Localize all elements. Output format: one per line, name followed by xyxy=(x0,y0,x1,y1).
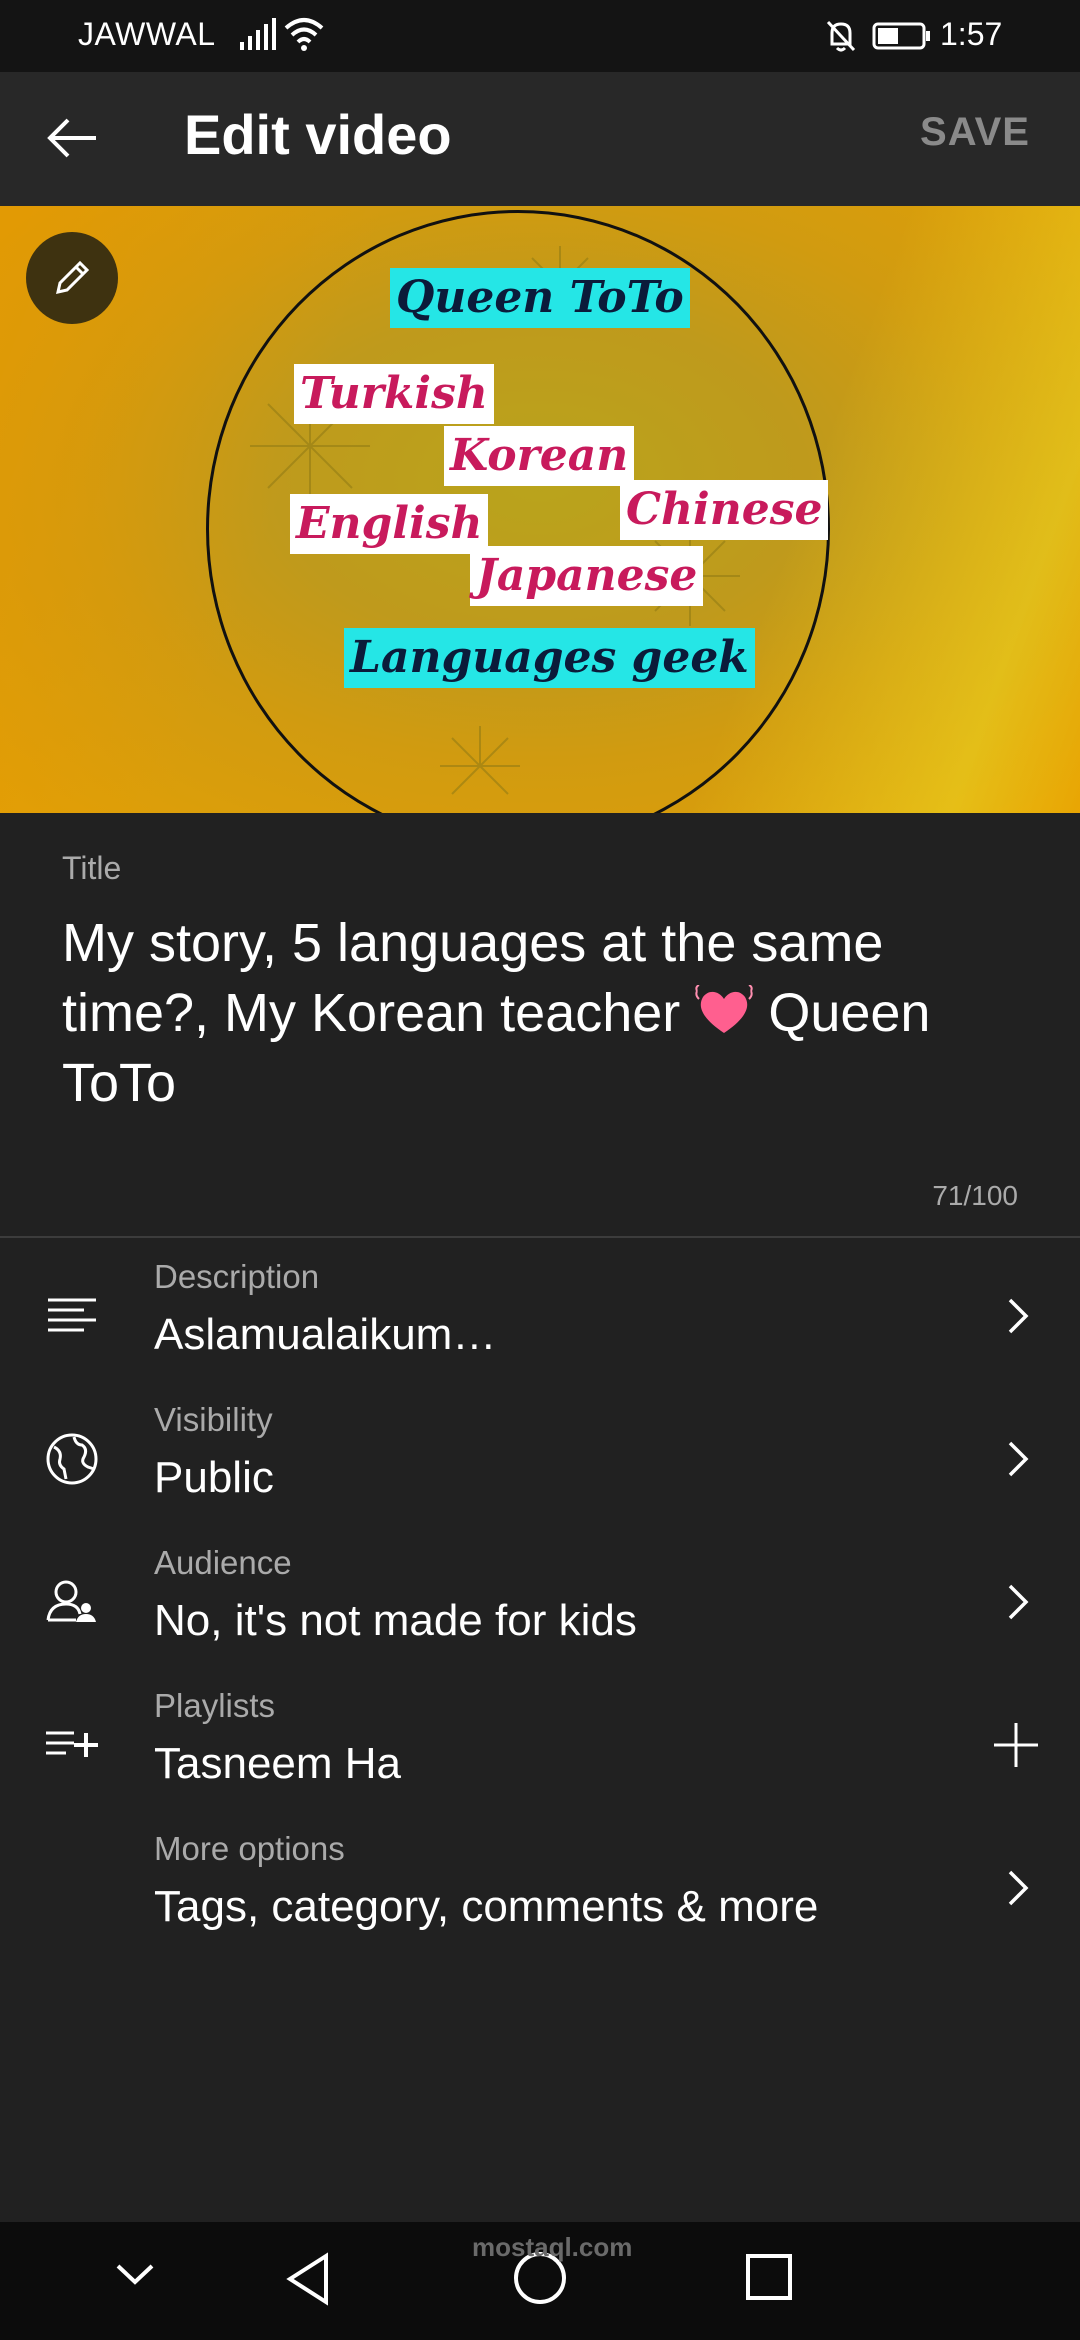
chevron-right-icon xyxy=(1008,1584,1029,1620)
app-bar: Edit video SAVE xyxy=(0,72,1080,208)
chevron-right-icon xyxy=(1008,1870,1029,1906)
heart-emoji-icon xyxy=(695,985,753,1033)
hide-keyboard-chevron-icon[interactable] xyxy=(114,2260,156,2290)
back-arrow-icon[interactable] xyxy=(40,106,104,170)
clock: 1:57 xyxy=(940,16,1003,52)
more-options-row[interactable]: More options Tags, category, comments & … xyxy=(0,1810,1080,1953)
audience-row[interactable]: Audience No, it's not made for kids xyxy=(0,1524,1080,1667)
more-options-label: More options xyxy=(154,1830,345,1867)
title-input[interactable]: My story, 5 languages at the same time?,… xyxy=(62,908,1022,1118)
visibility-value: Public xyxy=(154,1453,274,1502)
thumbnail-tag: Korean xyxy=(444,426,635,486)
page-title: Edit video xyxy=(184,103,452,166)
globe-icon xyxy=(46,1433,98,1485)
title-text-part: My story, 5 languages at the same time?,… xyxy=(62,913,884,1043)
recent-apps-square-icon[interactable] xyxy=(744,2252,794,2302)
carrier-name: JAWWAL xyxy=(78,16,216,52)
audience-value: No, it's not made for kids xyxy=(154,1596,637,1645)
description-value: Aslamualaikum… xyxy=(154,1310,497,1359)
battery-icon xyxy=(872,22,930,50)
description-icon xyxy=(48,1298,96,1332)
thumbnail-tag: Queen ToTo xyxy=(390,268,690,328)
thumbnail-tag: Chinese xyxy=(620,480,829,540)
audience-icon xyxy=(46,1580,96,1622)
audience-label: Audience xyxy=(154,1544,292,1581)
chevron-right-icon xyxy=(1008,1298,1029,1334)
thumbnail-tag: Languages geek xyxy=(344,628,755,688)
back-triangle-icon[interactable] xyxy=(284,2252,332,2306)
video-thumbnail[interactable]: Queen ToTo Turkish Korean English Chines… xyxy=(0,206,1080,813)
thumbnail-tag: English xyxy=(290,494,489,554)
pencil-icon xyxy=(56,260,90,294)
notifications-off-icon xyxy=(826,20,856,52)
save-button[interactable]: SAVE xyxy=(920,110,1030,155)
description-label: Description xyxy=(154,1258,320,1295)
more-options-value: Tags, category, comments & more xyxy=(154,1882,819,1931)
title-label: Title xyxy=(62,850,122,886)
watermark: mostaql.com xyxy=(472,2232,633,2262)
edit-thumbnail-button[interactable] xyxy=(26,232,118,324)
wifi-icon xyxy=(284,18,324,51)
title-char-counter: 71/100 xyxy=(932,1180,1018,1211)
chevron-right-icon xyxy=(1008,1441,1029,1477)
add-playlist-plus-icon[interactable] xyxy=(992,1721,1040,1769)
signal-icon xyxy=(240,18,276,50)
thumbnail-tag: Turkish xyxy=(294,364,494,424)
playlist-add-icon xyxy=(46,1731,98,1757)
playlists-row[interactable]: Playlists Tasneem Ha xyxy=(0,1667,1080,1810)
visibility-label: Visibility xyxy=(154,1401,273,1438)
playlists-label: Playlists xyxy=(154,1687,276,1724)
description-row[interactable]: Description Aslamualaikum… xyxy=(0,1238,1080,1381)
visibility-row[interactable]: Visibility Public xyxy=(0,1381,1080,1524)
playlists-value: Tasneem Ha xyxy=(154,1739,402,1788)
status-bar: JAWWAL 1:57 xyxy=(0,0,1080,72)
thumbnail-tag: Japanese xyxy=(470,546,704,606)
